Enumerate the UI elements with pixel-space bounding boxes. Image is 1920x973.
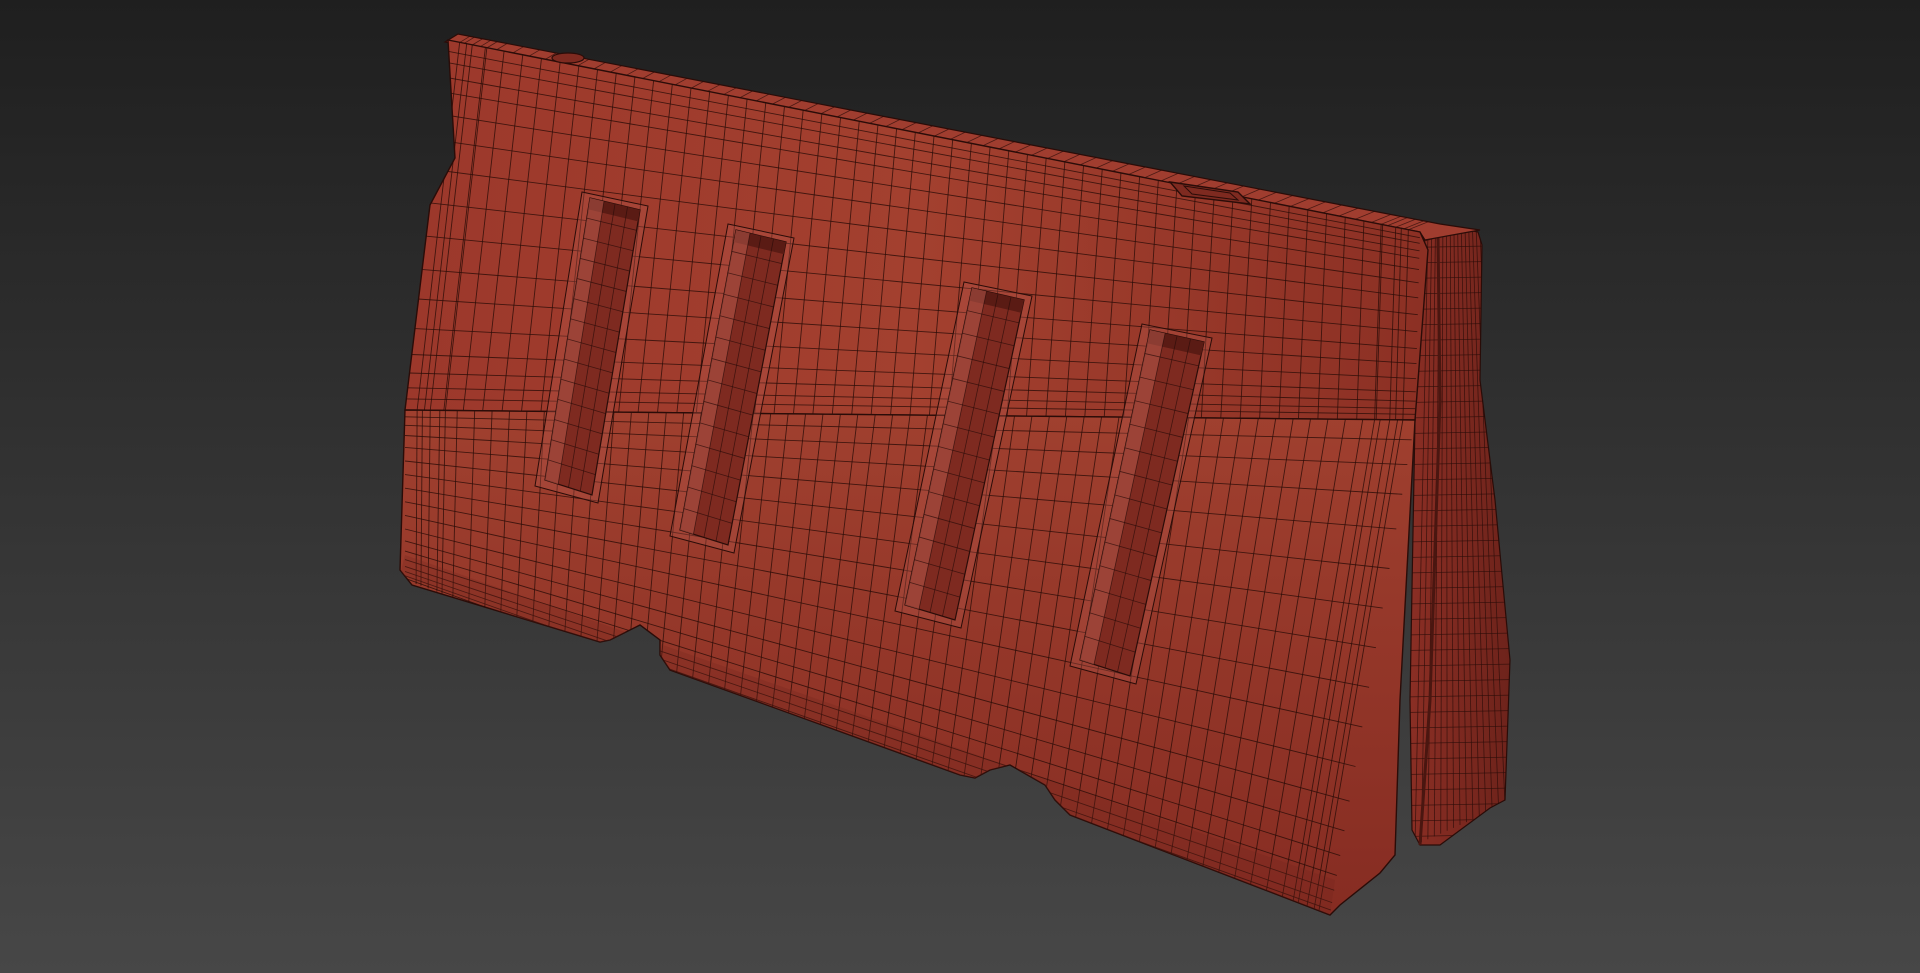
wire-edge: [1446, 231, 1448, 831]
barrier-3d-model: [0, 0, 1920, 973]
viewport-3d[interactable]: [0, 0, 1920, 973]
fill-cap-round: [551, 52, 585, 64]
